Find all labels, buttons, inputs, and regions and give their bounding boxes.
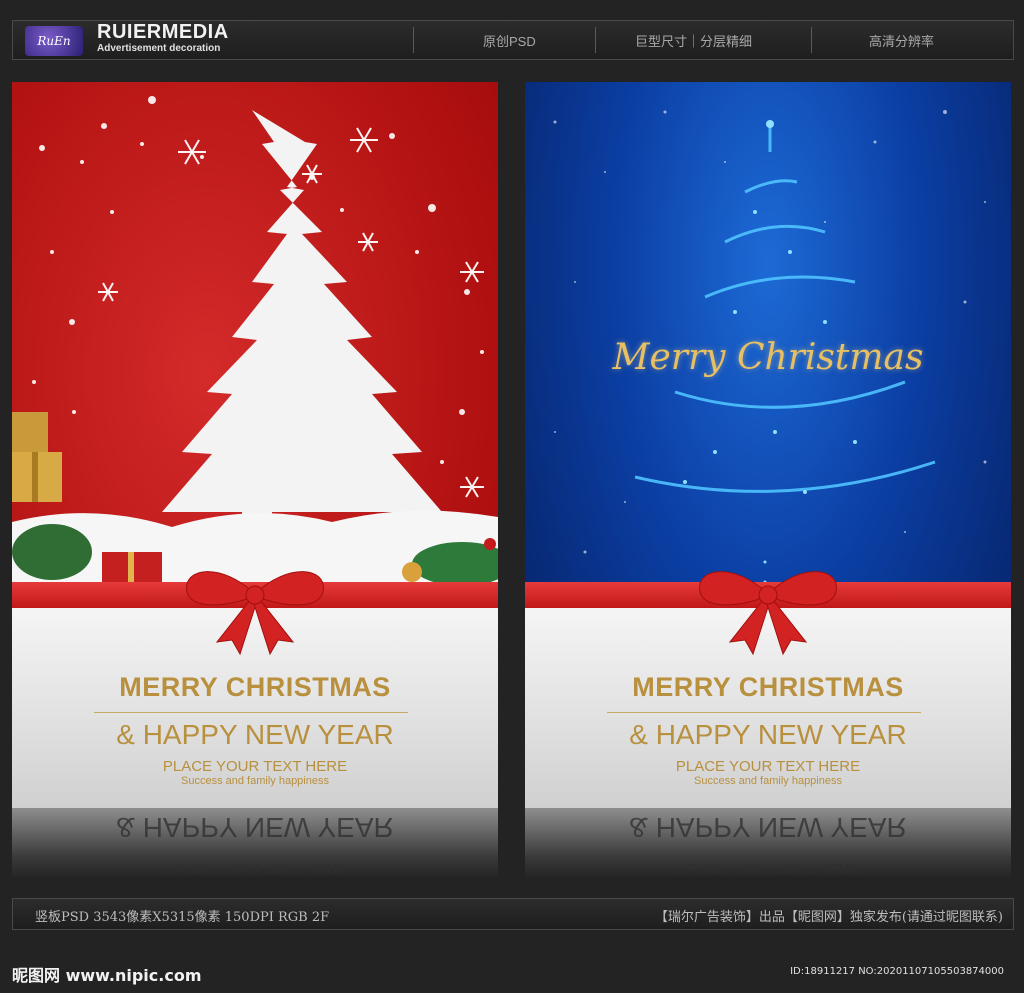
divider [413, 27, 414, 53]
poster-title: MERRY CHRISTMAS [119, 672, 391, 702]
title-divider [94, 712, 408, 713]
image-id: ID:18911217 NO:20201107105503874000 [790, 966, 1004, 977]
poster-placeholder: PLACE YOUR TEXT HERE [675, 758, 861, 775]
header-item-resolution: 高清分辨率 [869, 34, 935, 49]
reflection-subtitle: & HAPPY NEW YEAR [116, 812, 394, 843]
header-bar: RuEn RUIERMEDIA Advertisement decoration… [12, 20, 1014, 60]
site-watermark: 昵图网 www.nipic.com [12, 966, 202, 985]
reflection-red: PLACE YOUR TEXT HERE & HAPPY NEW YEAR [12, 808, 498, 878]
poster-tagline: Success and family happiness [694, 775, 842, 787]
reflection-placeholder: PLACE YOUR TEXT HERE [162, 860, 348, 877]
divider [811, 27, 812, 53]
reflection-blue: PLACE YOUR TEXT HERE & HAPPY NEW YEAR [525, 808, 1011, 878]
reflection-placeholder: PLACE YOUR TEXT HERE [675, 860, 861, 877]
poster-blue: Merry Christmas MERRY CHRISTMAS & HAPPY … [525, 82, 1011, 808]
footer-bar: 竖板PSD 3543像素X5315像素 150DPI RGB 2F 【瑞尔广告装… [12, 898, 1014, 930]
brand-subtitle: Advertisement decoration [97, 43, 221, 54]
poster-title: MERRY CHRISTMAS [632, 672, 904, 702]
title-divider [607, 712, 921, 713]
brand-logo: RuEn [25, 26, 83, 56]
header-item-size: 巨型尺寸｜分层精细 [635, 34, 753, 49]
header-item-psd: 原创PSD [483, 34, 536, 49]
file-spec: 竖板PSD 3543像素X5315像素 150DPI RGB 2F [35, 910, 330, 925]
reflection-subtitle: & HAPPY NEW YEAR [629, 812, 907, 843]
divider [595, 27, 596, 53]
credit-line: 【瑞尔广告装饰】出品【昵图网】独家发布(请通过昵图联系) [654, 910, 1003, 925]
poster-subtitle: & HAPPY NEW YEAR [629, 719, 907, 750]
brand-name: RUIERMEDIA [97, 21, 229, 43]
poster-subtitle: & HAPPY NEW YEAR [116, 719, 394, 750]
poster-tagline: Success and family happiness [181, 775, 329, 787]
poster-placeholder: PLACE YOUR TEXT HERE [162, 758, 348, 775]
poster-red: MERRY CHRISTMAS & HAPPY NEW YEAR PLACE Y… [12, 82, 498, 808]
